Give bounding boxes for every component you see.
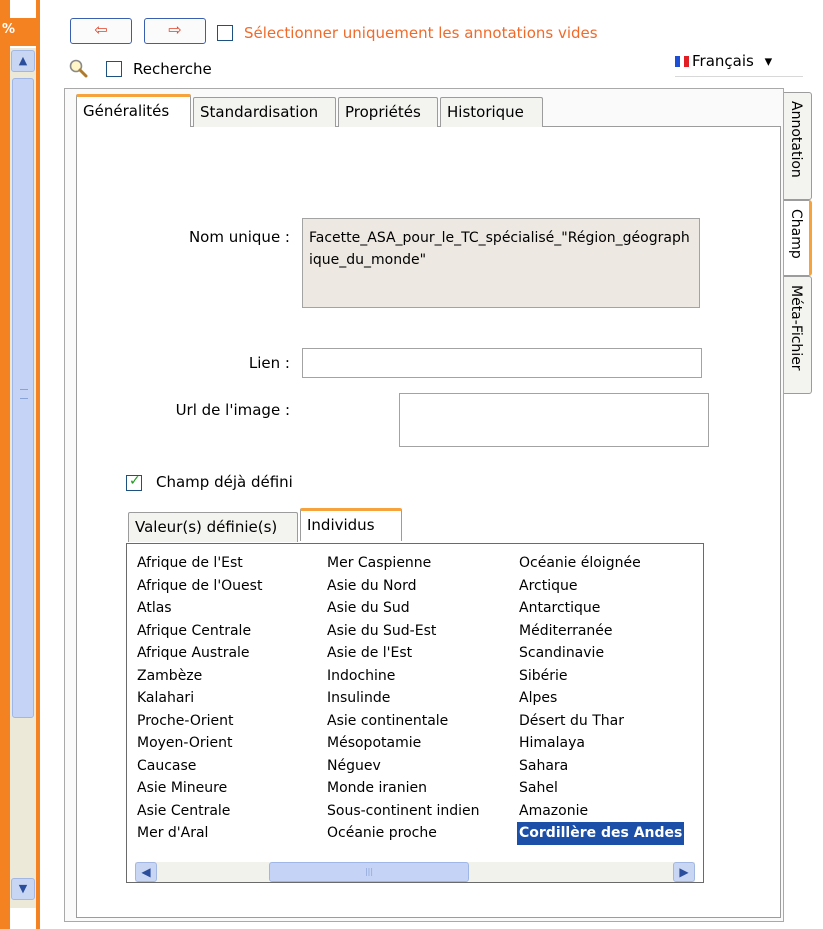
defined-field-checkbox[interactable] (126, 473, 142, 491)
unique-name-field: Facette_ASA_pour_le_TC_spécialisé_"Régio… (302, 218, 700, 308)
search-label: Recherche (133, 60, 212, 78)
side-tab-annotation[interactable]: Annotation (784, 92, 812, 200)
list-item[interactable]: Insulinde (327, 687, 480, 710)
image-url-input[interactable] (399, 393, 709, 447)
list-item[interactable]: Asie du Sud (327, 597, 480, 620)
link-label: Lien : (248, 354, 290, 372)
list-item[interactable]: Sous-continent indien (327, 800, 480, 823)
only-empty-label: Sélectionner uniquement les annotations … (244, 24, 598, 42)
horizontal-scroll-thumb[interactable]: ||| (269, 862, 469, 882)
vertical-scrollbar[interactable]: ▲ ▼ (10, 48, 36, 908)
list-item[interactable]: Proche-Orient (137, 710, 262, 733)
list-item[interactable]: Asie du Sud-Est (327, 620, 480, 643)
horizontal-scrollbar[interactable]: ◀ ||| ▶ (135, 862, 695, 882)
list-item[interactable]: Moyen-Orient (137, 732, 262, 755)
list-column-3: Océanie éloignée Arctique Antarctique Médit… (517, 552, 685, 845)
list-item[interactable]: Océanie éloignée (519, 552, 684, 575)
list-item[interactable]: Mer Caspienne (327, 552, 480, 575)
list-column-2: Mer Caspienne Asie du Nord Asie du Sud Asie… (327, 552, 480, 845)
language-label: Français (692, 52, 754, 70)
list-item[interactable]: Méditerranée (519, 620, 684, 643)
unique-name-label: Nom unique : (188, 228, 290, 246)
link-input[interactable] (302, 348, 702, 378)
arrow-right-icon: ⇨ (168, 20, 182, 39)
left-accent-bar (0, 0, 10, 929)
only-empty-checkbox[interactable] (217, 25, 233, 41)
list-item[interactable]: Cordillère des Andes (517, 822, 685, 845)
defined-field-label: Champ déjà défini (156, 473, 293, 491)
list-item[interactable]: Asie Centrale (137, 800, 262, 823)
list-item[interactable]: Afrique Centrale (137, 620, 262, 643)
list-item[interactable]: Kalahari (137, 687, 262, 710)
scroll-left-button[interactable]: ◀ (135, 862, 157, 882)
list-item[interactable]: Asie du Nord (327, 575, 480, 598)
scroll-grip-icon (20, 389, 28, 399)
list-item[interactable]: Antarctique (519, 597, 684, 620)
list-item[interactable]: Alpes (519, 687, 684, 710)
list-item[interactable]: Sahel (519, 777, 684, 800)
list-item[interactable]: Afrique de l'Est (137, 552, 262, 575)
scroll-down-button[interactable]: ▼ (11, 878, 35, 900)
left-accent-bar-right (36, 0, 40, 929)
scroll-right-button[interactable]: ▶ (673, 862, 695, 882)
tab-individus[interactable]: Individus (300, 508, 402, 541)
list-item[interactable]: Atlas (137, 597, 262, 620)
image-url-label: Url de l'image : (175, 401, 290, 419)
tab-historique[interactable]: Historique (440, 97, 543, 127)
list-item[interactable]: Sahara (519, 755, 684, 778)
list-item[interactable]: Amazonie (519, 800, 684, 823)
vertical-scroll-thumb[interactable] (12, 78, 34, 718)
tab-defined-values[interactable]: Valeur(s) définie(s) (128, 512, 298, 542)
chevron-down-icon: ▾ (764, 52, 773, 70)
list-item[interactable]: Néguev (327, 755, 480, 778)
list-item[interactable]: Asie continentale (327, 710, 480, 733)
french-flag-icon (675, 53, 689, 67)
list-item[interactable]: Mer d'Aral (137, 822, 262, 845)
list-item[interactable]: Mésopotamie (327, 732, 480, 755)
list-item[interactable]: Océanie proche (327, 822, 480, 845)
list-item[interactable]: Asie de l'Est (327, 642, 480, 665)
list-item[interactable]: Afrique de l'Ouest (137, 575, 262, 598)
list-item[interactable]: Sibérie (519, 665, 684, 688)
list-item[interactable]: Monde iranien (327, 777, 480, 800)
individuals-list[interactable]: Afrique de l'Est Afrique de l'Ouest Atlas A… (126, 543, 704, 883)
tab-standardisation[interactable]: Standardisation (193, 97, 336, 127)
scroll-up-button[interactable]: ▲ (11, 50, 35, 72)
next-button[interactable]: ⇨ (144, 18, 206, 44)
previous-button[interactable]: ⇦ (70, 18, 132, 44)
list-item[interactable]: Afrique Australe (137, 642, 262, 665)
list-item[interactable]: Zambèze (137, 665, 262, 688)
list-column-1: Afrique de l'Est Afrique de l'Ouest Atlas A… (137, 552, 262, 845)
language-selector[interactable]: Français ▾ (675, 52, 803, 77)
list-item[interactable]: Caucase (137, 755, 262, 778)
list-item[interactable]: Scandinavie (519, 642, 684, 665)
list-item[interactable]: Indochine (327, 665, 480, 688)
tab-proprietes[interactable]: Propriétés (338, 97, 438, 127)
side-tab-champ[interactable]: Champ (784, 200, 812, 276)
search-checkbox[interactable] (106, 61, 122, 77)
list-item[interactable]: Himalaya (519, 732, 684, 755)
tab-generalites[interactable]: Généralités (76, 94, 191, 127)
left-sidebar: % ▲ ▼ (0, 0, 40, 929)
list-item[interactable]: Asie Mineure (137, 777, 262, 800)
list-item[interactable]: Désert du Thar (519, 710, 684, 733)
list-item[interactable]: Arctique (519, 575, 684, 598)
side-tab-meta-fichier[interactable]: Méta-Fichier (784, 276, 812, 394)
percent-tab[interactable]: % (0, 18, 36, 46)
arrow-left-icon: ⇦ (94, 20, 108, 39)
search-icon[interactable] (68, 58, 88, 78)
